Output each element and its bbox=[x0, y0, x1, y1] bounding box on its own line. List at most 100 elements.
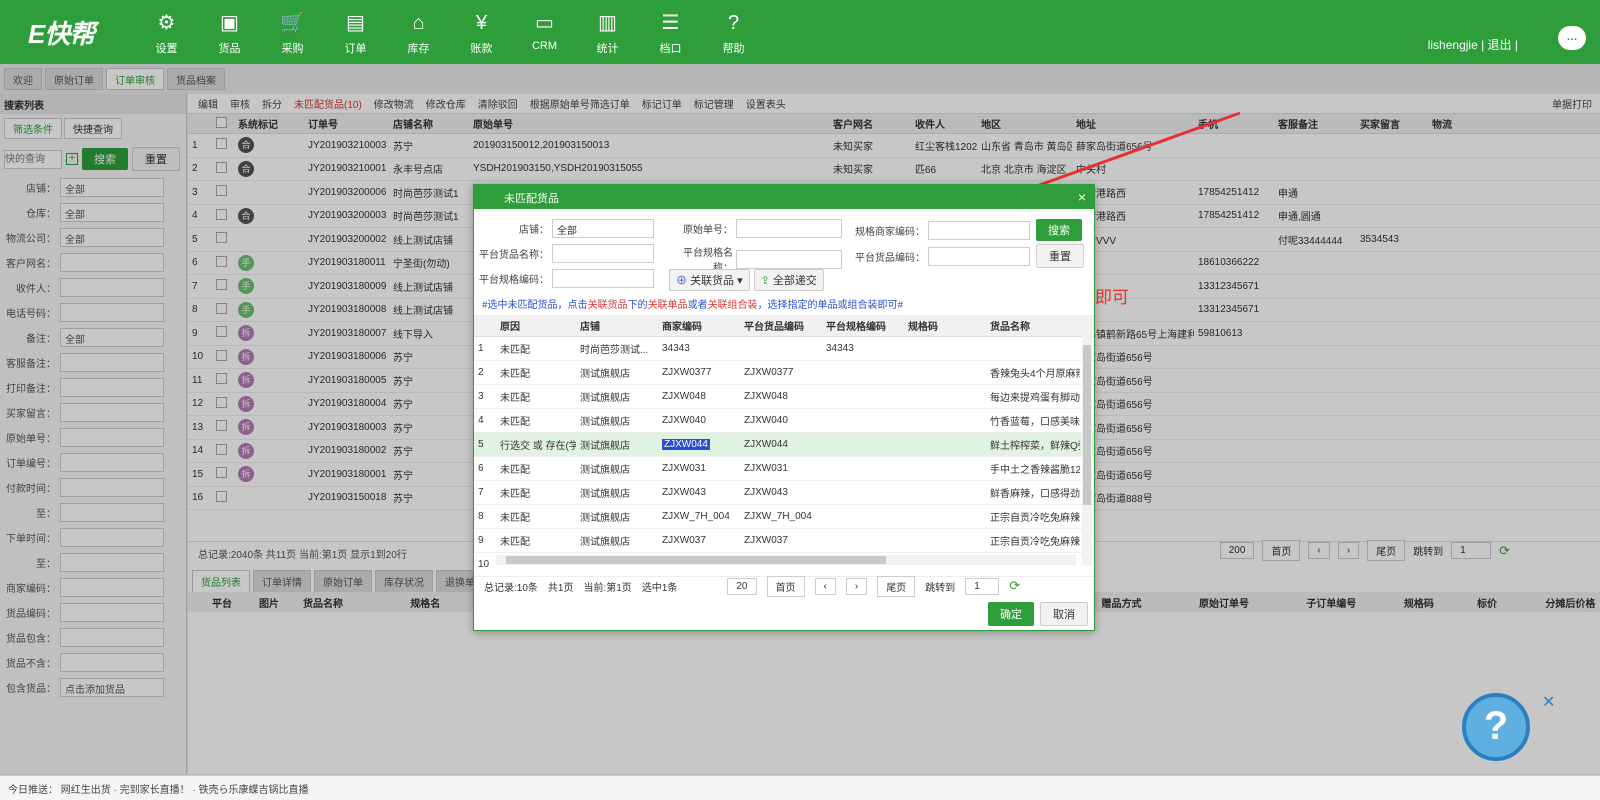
helper-close-icon[interactable]: ✕ bbox=[1542, 692, 1555, 712]
close-icon[interactable]: × bbox=[1078, 189, 1086, 205]
cell-r: 未匹配 bbox=[500, 369, 530, 380]
dialog-last-page[interactable]: 尾页 bbox=[877, 575, 916, 597]
dialog-reset-button[interactable]: 重置 bbox=[1036, 244, 1084, 268]
row-number: 4 bbox=[478, 415, 484, 426]
dialog-title: 未匹配货品 × bbox=[474, 185, 1094, 209]
home-icon: ⌂ bbox=[412, 12, 425, 34]
dialog-table-row[interactable]: 5 行选交 或 存在(学) 测试旗舰店 ZJXW044 ZJXW044 鲜土榨榨菜，鲜辣Q… bbox=[474, 433, 1094, 457]
spec-name-input[interactable] bbox=[736, 249, 842, 269]
highlighted-code: ZJXW044 bbox=[662, 439, 710, 450]
main-nav: ⚙ 设置 ▣ 货品 🛒 采购 ▤ 订单 ⌂ 库存 ¥ 账款 ▭ CRM ▥ 统计 ☰ 档口? 帮助 bbox=[135, 0, 765, 64]
platform-name-input[interactable] bbox=[552, 244, 654, 263]
dialog-refresh-icon[interactable]: ⟳ bbox=[1009, 578, 1020, 594]
nav-item-label: 订单 bbox=[344, 43, 367, 55]
submit-all-button[interactable]: ⇪ 全部递交 bbox=[753, 269, 824, 291]
dialog-first-page[interactable]: 首页 bbox=[766, 575, 805, 597]
package-icon: ▣ bbox=[220, 12, 239, 34]
row-number: 2 bbox=[478, 367, 484, 378]
user-info[interactable]: lishengjie | 退出 | bbox=[1428, 36, 1518, 53]
cell-pc: ZJXW044 bbox=[744, 439, 788, 450]
cell-c: ZJXW037 bbox=[662, 535, 706, 546]
dialog-pages: 共1页 bbox=[547, 582, 574, 594]
cell-pc: ZJXW0377 bbox=[744, 367, 794, 378]
dialog-next-icon[interactable]: › bbox=[845, 577, 868, 595]
dialog-grid: 原因 店铺 商家编码 平台货品编码 平台规格编码 规格码 货品名称 1 未匹配 时尚芭莎测试..… bbox=[474, 315, 1094, 577]
dialog-table-row[interactable]: 9 未匹配 测试旗舰店 ZJXW037 ZJXW037 正宗自贡冷吃兔麻辣 bbox=[474, 529, 1094, 553]
spec-no-input[interactable] bbox=[552, 269, 654, 288]
platform-code-label: 平台货品编码： bbox=[855, 252, 925, 264]
cell-c: 34343 bbox=[662, 343, 690, 354]
cell-nm: 鲜土榨榨菜，鲜辣Q弹 bbox=[990, 441, 1080, 452]
cell-c: ZJXW0377 bbox=[662, 367, 712, 378]
nav-item-3[interactable]: ▤ 订单 bbox=[324, 0, 387, 64]
nav-item-label: 统计 bbox=[596, 43, 619, 55]
dialog-column-header: 规格码 bbox=[908, 322, 938, 333]
dialog-table-row[interactable]: 1 未匹配 时尚芭莎测试... 34343 34343 bbox=[474, 337, 1094, 361]
cell-s: 测试旗舰店 bbox=[580, 489, 630, 500]
orig-no-input[interactable] bbox=[736, 219, 842, 238]
nav-item-0[interactable]: ⚙ 设置 bbox=[135, 0, 198, 64]
row-number: 3 bbox=[478, 391, 484, 402]
help-assistant-icon[interactable]: ? bbox=[1462, 693, 1530, 761]
platform-code-input[interactable] bbox=[928, 246, 1030, 266]
cell-s: 测试旗舰店 bbox=[580, 441, 630, 452]
gear-icon: ⚙ bbox=[157, 12, 176, 34]
shop-label: 店铺： bbox=[519, 225, 549, 236]
nav-item-4[interactable]: ⌂ 库存 bbox=[387, 0, 450, 64]
nav-item-label: 账款 bbox=[470, 43, 493, 55]
confirm-button[interactable]: 确定 bbox=[988, 602, 1034, 626]
nav-item-label: 档口 bbox=[659, 43, 682, 55]
cell-nm: 正宗自贡冷吃兔麻辣 bbox=[990, 537, 1080, 548]
row-number: 5 bbox=[478, 439, 484, 450]
cell-s: 测试旗舰店 bbox=[580, 537, 630, 548]
dialog-table-row[interactable]: 2 未匹配 测试旗舰店 ZJXW0377 ZJXW0377 香辣兔头4个月原麻辣 bbox=[474, 361, 1094, 385]
cell-s: 时尚芭莎测试... bbox=[580, 345, 649, 356]
dialog-column-header: 平台货品编码 bbox=[744, 322, 804, 333]
nav-item-label: 货品 bbox=[218, 43, 241, 55]
cell-pc: ZJXW048 bbox=[744, 391, 788, 402]
news-ticker: 今日推送： 网红生出货 · 完到家长直播！ · 铁壳ら乐康蝶吉锅比直播 bbox=[0, 775, 1600, 800]
dialog-prev-icon[interactable]: ‹ bbox=[814, 577, 836, 595]
nav-item-8[interactable]: ☰ 档口 bbox=[639, 0, 702, 64]
cell-r: 行选交 或 存在(学) bbox=[500, 441, 576, 452]
dialog-jump-input[interactable]: 1 bbox=[965, 577, 1000, 595]
orig-no-label: 原始单号： bbox=[683, 225, 733, 236]
nav-item-7[interactable]: ▥ 统计 bbox=[576, 0, 639, 64]
dialog-table-row[interactable]: 6 未匹配 测试旗舰店 ZJXW031 ZJXW031 手中土之香辣酱脆120 bbox=[474, 457, 1094, 481]
dialog-footer: 总记录:10条 共1页 当前:第1页 选中1条 20 首页 ‹ › 尾页 跳转到… bbox=[474, 575, 1094, 597]
dialog-page-size[interactable]: 20 bbox=[727, 577, 757, 595]
cell-pc: ZJXW037 bbox=[744, 535, 788, 546]
chat-icon[interactable]: … bbox=[1558, 26, 1586, 50]
document-icon: ▤ bbox=[346, 12, 365, 34]
cell-r: 未匹配 bbox=[500, 393, 530, 404]
cell-pc: ZJXW040 bbox=[744, 415, 788, 426]
nav-item-9[interactable]: ? 帮助 bbox=[702, 0, 765, 64]
dialog-scrollbar-h[interactable] bbox=[496, 555, 1076, 565]
cart-icon: 🛒 bbox=[280, 12, 305, 34]
link-goods-button[interactable]: ⊕ 关联货品 ▾ bbox=[669, 269, 750, 291]
sku-code-input[interactable] bbox=[928, 220, 1030, 240]
cell-r: 未匹配 bbox=[500, 417, 530, 428]
nav-item-2[interactable]: 🛒 采购 bbox=[261, 0, 324, 64]
sku-code-label: 规格商家编码： bbox=[855, 226, 925, 238]
nav-item-6[interactable]: ▭ CRM bbox=[513, 0, 576, 64]
shop-select[interactable]: 全部 bbox=[552, 219, 654, 238]
dialog-table-row[interactable]: 4 未匹配 测试旗舰店 ZJXW040 ZJXW040 竹香蓝莓，口感美味 bbox=[474, 409, 1094, 433]
row-number: 7 bbox=[478, 487, 484, 498]
dialog-search-button[interactable]: 搜索 bbox=[1036, 219, 1082, 241]
dialog-column-header: 原因 bbox=[500, 322, 520, 333]
cell-r: 未匹配 bbox=[500, 345, 530, 356]
link-icon: ⊕ bbox=[676, 275, 687, 287]
dialog-scrollbar-v[interactable] bbox=[1082, 335, 1092, 565]
cell-nm: 正宗自贡冷吃兔麻辣 bbox=[990, 513, 1080, 524]
spec-no-label: 平台规格编码： bbox=[479, 275, 549, 286]
nav-item-5[interactable]: ¥ 账款 bbox=[450, 0, 513, 64]
dialog-table-row[interactable]: 3 未匹配 测试旗舰店 ZJXW048 ZJXW048 每边来提鸡蛋有脚动 bbox=[474, 385, 1094, 409]
top-bar: E快帮 ⚙ 设置 ▣ 货品 🛒 采购 ▤ 订单 ⌂ 库存 ¥ 账款 ▭ CRM ▥ 统计 ☰ 档口? 帮助 lish… bbox=[0, 0, 1600, 64]
cell-c: ZJXW044 bbox=[658, 439, 740, 450]
dialog-table-row[interactable]: 8 未匹配 测试旗舰店 ZJXW_7H_004 ZJXW_7H_004 正宗自贡冷吃兔麻辣 bbox=[474, 505, 1094, 529]
nav-item-1[interactable]: ▣ 货品 bbox=[198, 0, 261, 64]
cell-s: 测试旗舰店 bbox=[580, 393, 630, 404]
dialog-table-row[interactable]: 7 未匹配 测试旗舰店 ZJXW043 ZJXW043 鲜香麻辣，口感得劲 bbox=[474, 481, 1094, 505]
cancel-button[interactable]: 取消 bbox=[1040, 602, 1088, 626]
